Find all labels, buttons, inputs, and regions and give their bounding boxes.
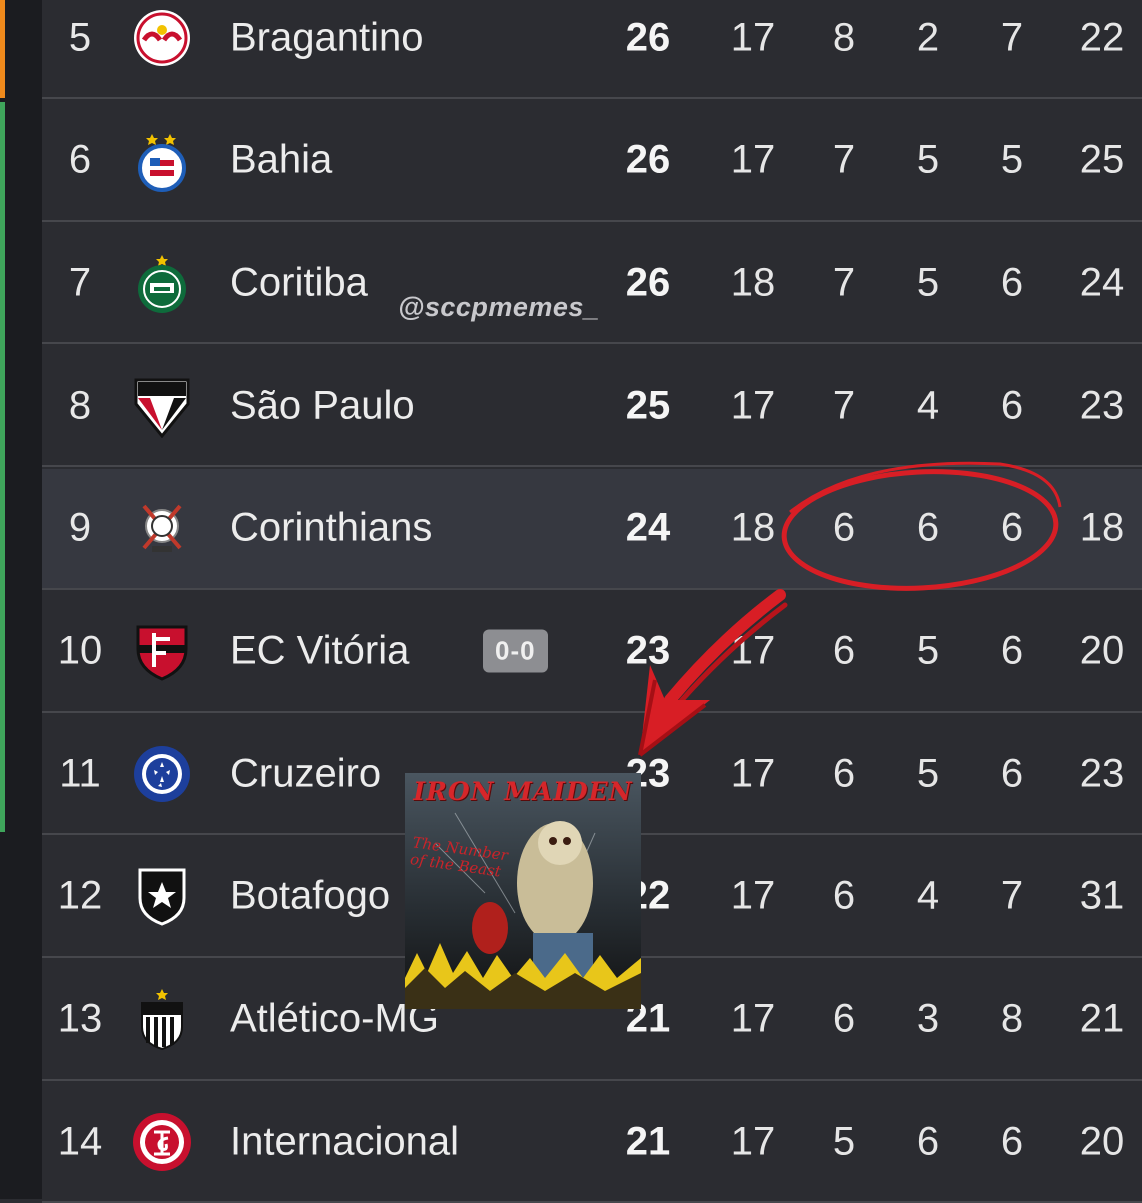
draws-value: 6	[916, 1119, 940, 1164]
sao-paulo-crest-icon	[134, 378, 190, 438]
position-number: 14	[57, 1119, 103, 1164]
draws-value: 5	[916, 137, 940, 182]
points-value: 26	[625, 137, 671, 182]
wins-value: 8	[832, 15, 856, 59]
points-value: 25	[625, 383, 671, 428]
draws-value: 4	[916, 873, 940, 918]
goals-value: 20	[1079, 1119, 1125, 1164]
position-number: 5	[68, 15, 92, 59]
losses-value: 5	[1000, 137, 1024, 182]
wins-value: 6	[832, 996, 856, 1041]
draws-value: 5	[916, 628, 940, 673]
team-name: Coritiba	[230, 260, 368, 305]
draws-value: 3	[916, 996, 940, 1041]
table-row[interactable]: 6 Bahia 26 17 7 5 5 25	[42, 101, 1142, 222]
wins-value: 6	[832, 628, 856, 673]
losses-value: 6	[1000, 751, 1024, 796]
coritiba-crest-icon	[138, 254, 186, 313]
bragantino-crest-icon	[134, 9, 190, 66]
losses-value: 6	[1000, 1119, 1024, 1164]
goals-value: 20	[1079, 628, 1125, 673]
goals-value: 31	[1079, 873, 1125, 918]
team-name: Bragantino	[230, 15, 424, 59]
games-played-value: 17	[730, 383, 776, 428]
points-value: 26	[625, 15, 671, 59]
atletico-mg-crest-icon	[141, 989, 183, 1051]
goals-value: 23	[1079, 751, 1125, 796]
position-number: 9	[68, 505, 92, 550]
wins-value: 7	[832, 137, 856, 182]
losses-value: 7	[1000, 873, 1024, 918]
team-name: Internacional	[230, 1119, 460, 1164]
games-played-value: 18	[730, 260, 776, 305]
table-row[interactable]: 14 Internacional 21 17 5 6 6 20	[42, 1082, 1142, 1203]
points-value: 24	[625, 505, 671, 550]
goals-value: 18	[1079, 505, 1125, 550]
zone-stripe-orange	[0, 0, 5, 98]
position-number: 8	[68, 383, 92, 428]
goals-value: 22	[1079, 15, 1125, 59]
team-name: Botafogo	[230, 873, 391, 918]
games-played-value: 17	[730, 1119, 776, 1164]
games-played-value: 17	[730, 873, 776, 918]
wins-value: 7	[832, 260, 856, 305]
red-arrow-annotation	[638, 589, 788, 757]
losses-value: 6	[1000, 628, 1024, 673]
team-name: EC Vitória	[230, 628, 410, 673]
table-row[interactable]: 8 São Paulo 25 17 7 4 6 23	[42, 346, 1142, 468]
position-number: 7	[68, 260, 92, 305]
team-name: São Paulo	[230, 383, 415, 428]
points-value: 26	[625, 260, 671, 305]
team-name: Bahia	[230, 137, 333, 182]
games-played-value: 17	[730, 137, 776, 182]
live-score-badge: 0-0	[483, 629, 548, 673]
vitoria-crest-icon	[136, 625, 188, 681]
red-circle-annotation	[781, 461, 1062, 591]
team-name: Corinthians	[230, 505, 433, 550]
table-row[interactable]: 10 EC Vitória 0-0 23 17 6 5 6 20	[42, 592, 1142, 713]
corinthians-crest-icon	[142, 504, 182, 553]
draws-value: 5	[916, 260, 940, 305]
draws-value: 5	[916, 751, 940, 796]
album-cover-image: IRON MAIDEN The Number of the Beast	[405, 773, 641, 1009]
losses-value: 7	[1000, 15, 1024, 59]
goals-value: 25	[1079, 137, 1125, 182]
draws-value: 2	[916, 15, 940, 59]
goals-value: 23	[1079, 383, 1125, 428]
games-played-value: 17	[730, 996, 776, 1041]
goals-value: 24	[1079, 260, 1125, 305]
botafogo-crest-icon	[138, 868, 186, 926]
wins-value: 7	[832, 383, 856, 428]
bahia-crest-icon	[138, 134, 186, 193]
zone-stripe-green	[0, 102, 5, 832]
losses-value: 8	[1000, 996, 1024, 1041]
album-title: IRON MAIDEN	[413, 777, 633, 806]
wins-value: 5	[832, 1119, 856, 1164]
draws-value: 4	[916, 383, 940, 428]
wins-value: 6	[832, 751, 856, 796]
album-art	[405, 773, 641, 1009]
internacional-crest-icon	[133, 1112, 191, 1171]
goals-value: 21	[1079, 996, 1125, 1041]
cruzeiro-crest-icon	[134, 745, 190, 802]
left-margin	[0, 0, 42, 1199]
team-name: Cruzeiro	[230, 751, 382, 796]
games-played-value: 17	[730, 15, 776, 59]
table-row[interactable]: 7 Coritiba 26 18 7 5 6 24	[42, 223, 1142, 345]
position-number: 10	[57, 628, 103, 673]
position-number: 6	[68, 137, 92, 182]
position-number: 11	[59, 751, 101, 796]
wins-value: 6	[832, 873, 856, 918]
watermark-text: @sccpmemes_	[398, 292, 600, 322]
position-number: 13	[57, 996, 103, 1041]
table-row[interactable]: 5 Bragantino 26 17 8 2 7 22	[42, 0, 1142, 99]
losses-value: 6	[1000, 383, 1024, 428]
losses-value: 6	[1000, 260, 1024, 305]
position-number: 12	[57, 873, 103, 918]
points-value: 21	[625, 1119, 671, 1164]
